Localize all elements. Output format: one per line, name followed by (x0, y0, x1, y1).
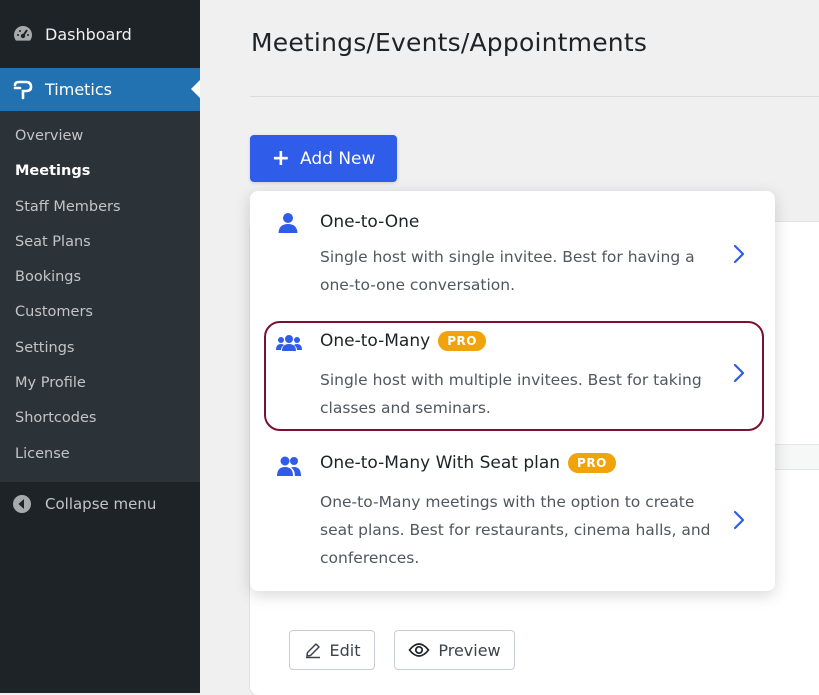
timetics-logo-icon (12, 79, 34, 101)
meeting-type-dropdown: One-to-One Single host with single invit… (250, 191, 775, 591)
option-title: One-to-Many PRO (320, 331, 486, 351)
submenu-item-settings[interactable]: Settings (0, 331, 200, 366)
submenu-item-license[interactable]: License (0, 437, 200, 472)
preview-label: Preview (438, 640, 501, 660)
single-user-icon (276, 211, 300, 235)
dashboard-gauge-icon (12, 23, 34, 45)
option-one-to-many[interactable]: One-to-Many PRO Single host with multiple… (250, 321, 775, 431)
option-description: One-to-Many meetings with the option to … (320, 493, 711, 567)
option-one-to-many-seat-plan[interactable]: One-to-Many With Seat plan PRO One-to-Man… (250, 441, 775, 581)
submenu-item-staff-members[interactable]: Staff Members (0, 190, 200, 225)
add-new-label: Add New (300, 148, 376, 169)
menu-item-label: Timetics (45, 80, 113, 99)
pro-badge: PRO (438, 331, 486, 351)
edit-button[interactable]: Edit (289, 630, 375, 670)
users-icon (276, 455, 301, 479)
submenu-item-my-profile[interactable]: My Profile (0, 366, 200, 401)
menu-item-label: Dashboard (45, 24, 132, 44)
page-title: Meetings/Events/Appointments (251, 28, 648, 57)
collapse-arrow-icon (12, 494, 32, 514)
add-new-button[interactable]: + Add New (250, 135, 397, 182)
edit-label: Edit (329, 640, 361, 660)
group-users-icon (276, 333, 302, 357)
option-one-to-one[interactable]: One-to-One Single host with single invit… (250, 191, 775, 311)
admin-sidebar: Dashboard Timetics Overview Meetings Sta… (0, 0, 200, 693)
collapse-menu-button[interactable]: Collapse menu (0, 484, 200, 524)
pencil-icon (305, 643, 320, 659)
submenu-item-customers[interactable]: Customers (0, 295, 200, 330)
option-title: One-to-One (320, 212, 420, 232)
title-divider (250, 96, 819, 97)
plus-icon: + (271, 145, 291, 171)
chevron-right-icon (732, 363, 746, 383)
preview-button[interactable]: Preview (394, 630, 515, 670)
chevron-right-icon (732, 244, 746, 264)
collapse-menu-label: Collapse menu (45, 495, 157, 513)
option-description: Single host with single invitee. Best fo… (320, 248, 695, 294)
submenu-item-shortcodes[interactable]: Shortcodes (0, 401, 200, 436)
timetics-submenu: Overview Meetings Staff Members Seat Pla… (0, 111, 200, 482)
submenu-item-seat-plans[interactable]: Seat Plans (0, 225, 200, 260)
pro-badge: PRO (568, 453, 616, 473)
menu-item-dashboard[interactable]: Dashboard (0, 0, 200, 68)
submenu-item-meetings[interactable]: Meetings (0, 154, 200, 189)
current-menu-arrow (191, 80, 200, 98)
eye-icon (408, 643, 430, 657)
option-title: One-to-Many With Seat plan PRO (320, 453, 616, 473)
submenu-item-overview[interactable]: Overview (0, 119, 200, 154)
submenu-item-bookings[interactable]: Bookings (0, 260, 200, 295)
chevron-right-icon (732, 510, 746, 530)
option-description: Single host with multiple invitees. Best… (320, 371, 702, 417)
menu-item-timetics[interactable]: Timetics (0, 68, 200, 111)
